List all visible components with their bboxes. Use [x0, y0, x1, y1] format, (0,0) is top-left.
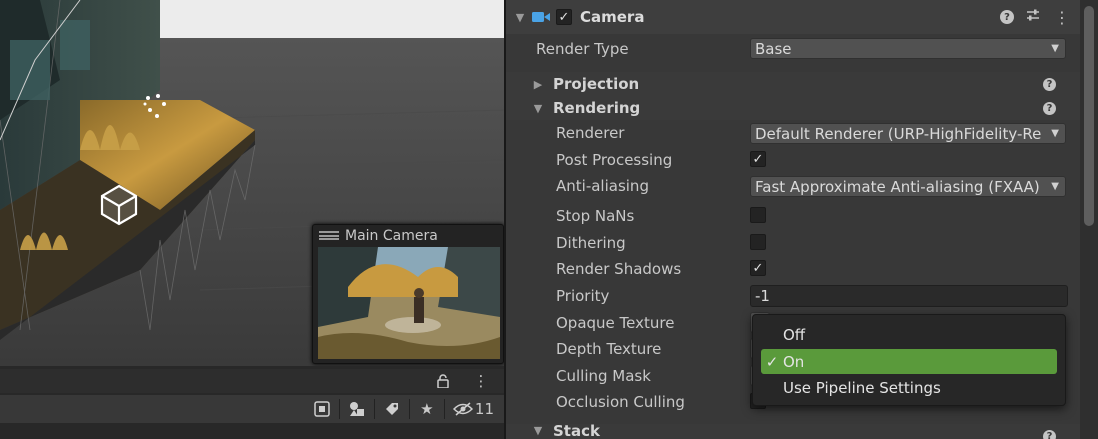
expanded-arrow-icon: ▼	[533, 101, 543, 115]
anti-aliasing-label: Anti-aliasing	[556, 177, 649, 195]
camera-preview-title-bar[interactable]: Main Camera	[313, 225, 503, 246]
menu-item-on[interactable]: ✓ On	[761, 349, 1057, 374]
help-icon[interactable]: ?	[1000, 10, 1014, 24]
lock-icon[interactable]	[430, 370, 456, 392]
dithering-label: Dithering	[556, 234, 626, 252]
camera-enabled-checkbox[interactable]: ✓	[556, 9, 572, 25]
checkmark-icon: ✓	[765, 352, 779, 371]
toolbar-separator	[338, 399, 340, 419]
help-icon[interactable]: ?	[1043, 77, 1056, 91]
gizmos-shapes-icon[interactable]	[344, 398, 370, 420]
camera-component-icon	[530, 11, 552, 23]
stop-nans-row: Stop NaNs	[506, 203, 1080, 229]
post-processing-label: Post Processing	[556, 151, 673, 169]
texture-option-popup-menu: Off ✓ On Use Pipeline Settings	[752, 314, 1066, 406]
render-shadows-row: Render Shadows ✓	[506, 256, 1080, 282]
hidden-objects-count: 11	[474, 400, 494, 418]
render-type-value: Base	[755, 39, 792, 58]
component-title: Camera	[580, 8, 645, 26]
toolbar-separator	[443, 399, 445, 419]
toolbar-separator	[373, 399, 375, 419]
dropdown-arrow-icon: ▼	[1047, 128, 1059, 139]
camera-preview-overlay[interactable]: Main Camera	[312, 224, 504, 364]
kebab-menu-icon[interactable]: ⋮	[1054, 8, 1070, 27]
stack-section-header[interactable]: ▼ Stack ?	[506, 424, 1080, 439]
help-icon[interactable]: ?	[1043, 101, 1056, 115]
render-type-dropdown[interactable]: Base ▼	[750, 38, 1066, 59]
stop-nans-label: Stop NaNs	[556, 207, 635, 225]
scene-visibility-icon[interactable]	[309, 398, 335, 420]
foldout-arrow-icon[interactable]: ▼	[510, 11, 530, 24]
scene-overlay-toolbar: ★ 11	[0, 395, 504, 423]
scrollbar-thumb[interactable]	[1084, 6, 1094, 226]
collapsed-arrow-icon: ▶	[533, 77, 543, 91]
menu-item-label: Use Pipeline Settings	[783, 378, 941, 397]
dithering-row: Dithering	[506, 230, 1080, 256]
renderer-label: Renderer	[556, 124, 625, 142]
renderer-dropdown[interactable]: Default Renderer (URP-HighFidelity-Re ▼	[750, 123, 1066, 144]
occlusion-culling-label: Occlusion Culling	[556, 393, 685, 411]
kebab-menu-icon[interactable]: ⋮	[468, 370, 494, 392]
render-shadows-label: Render Shadows	[556, 260, 682, 278]
menu-item-label: Off	[783, 325, 806, 344]
projection-section-label: Projection	[553, 75, 640, 93]
priority-row: Priority -1	[506, 283, 1080, 309]
scene-header-bar: ⋮	[0, 369, 504, 393]
dithering-checkbox[interactable]	[750, 234, 766, 250]
stop-nans-checkbox[interactable]	[750, 207, 766, 223]
priority-label: Priority	[556, 287, 610, 305]
post-processing-checkbox[interactable]: ✓	[750, 151, 766, 167]
camera-component-header[interactable]: ▼ ✓ Camera ? ⋮	[506, 0, 1080, 34]
priority-input[interactable]: -1	[750, 285, 1068, 307]
camera-preview-image	[318, 247, 500, 359]
scene-view[interactable]: Main Camera ⋮ ★ 11	[0, 0, 504, 439]
anti-aliasing-row: Anti-aliasing Fast Approximate Anti-alia…	[506, 173, 1080, 199]
drag-handle-icon[interactable]	[319, 231, 339, 240]
help-icon[interactable]: ?	[1043, 430, 1056, 439]
hidden-eye-icon	[452, 402, 473, 416]
renderer-value: Default Renderer (URP-HighFidelity-Re	[755, 124, 1042, 143]
render-shadows-checkbox[interactable]: ✓	[750, 260, 766, 276]
tag-icon[interactable]	[379, 398, 405, 420]
renderer-row: Renderer Default Renderer (URP-HighFidel…	[506, 120, 1080, 146]
render-type-row: Render Type Base ▼	[506, 36, 1080, 62]
favorite-star-icon[interactable]: ★	[414, 398, 440, 420]
anti-aliasing-value: Fast Approximate Anti-aliasing (FXAA)	[755, 177, 1040, 196]
rendering-section-header[interactable]: ▼ Rendering ?	[506, 96, 1080, 120]
depth-texture-label: Depth Texture	[556, 340, 662, 358]
inspector-scrollbar[interactable]	[1080, 0, 1098, 439]
menu-item-use-pipeline-settings[interactable]: Use Pipeline Settings	[761, 375, 1057, 400]
preset-sliders-icon[interactable]	[1026, 8, 1040, 26]
camera-preview-title: Main Camera	[345, 227, 438, 244]
render-type-label: Render Type	[536, 40, 629, 58]
post-processing-row: Post Processing ✓	[506, 147, 1080, 173]
dropdown-arrow-icon: ▼	[1047, 181, 1059, 192]
toolbar-separator	[408, 399, 410, 419]
stack-section-label: Stack	[553, 424, 600, 439]
opaque-texture-label: Opaque Texture	[556, 314, 675, 332]
hidden-objects-toggle[interactable]: 11	[449, 400, 498, 418]
rendering-section-label: Rendering	[553, 99, 641, 117]
dropdown-arrow-icon: ▼	[1047, 43, 1059, 54]
expanded-arrow-icon: ▼	[533, 424, 543, 437]
culling-mask-label: Culling Mask	[556, 367, 651, 385]
menu-item-off[interactable]: Off	[761, 322, 1057, 347]
anti-aliasing-dropdown[interactable]: Fast Approximate Anti-aliasing (FXAA) ▼	[750, 176, 1066, 197]
menu-item-label: On	[783, 352, 805, 371]
priority-value: -1	[755, 287, 770, 305]
projection-section-header[interactable]: ▶ Projection ?	[506, 72, 1080, 96]
